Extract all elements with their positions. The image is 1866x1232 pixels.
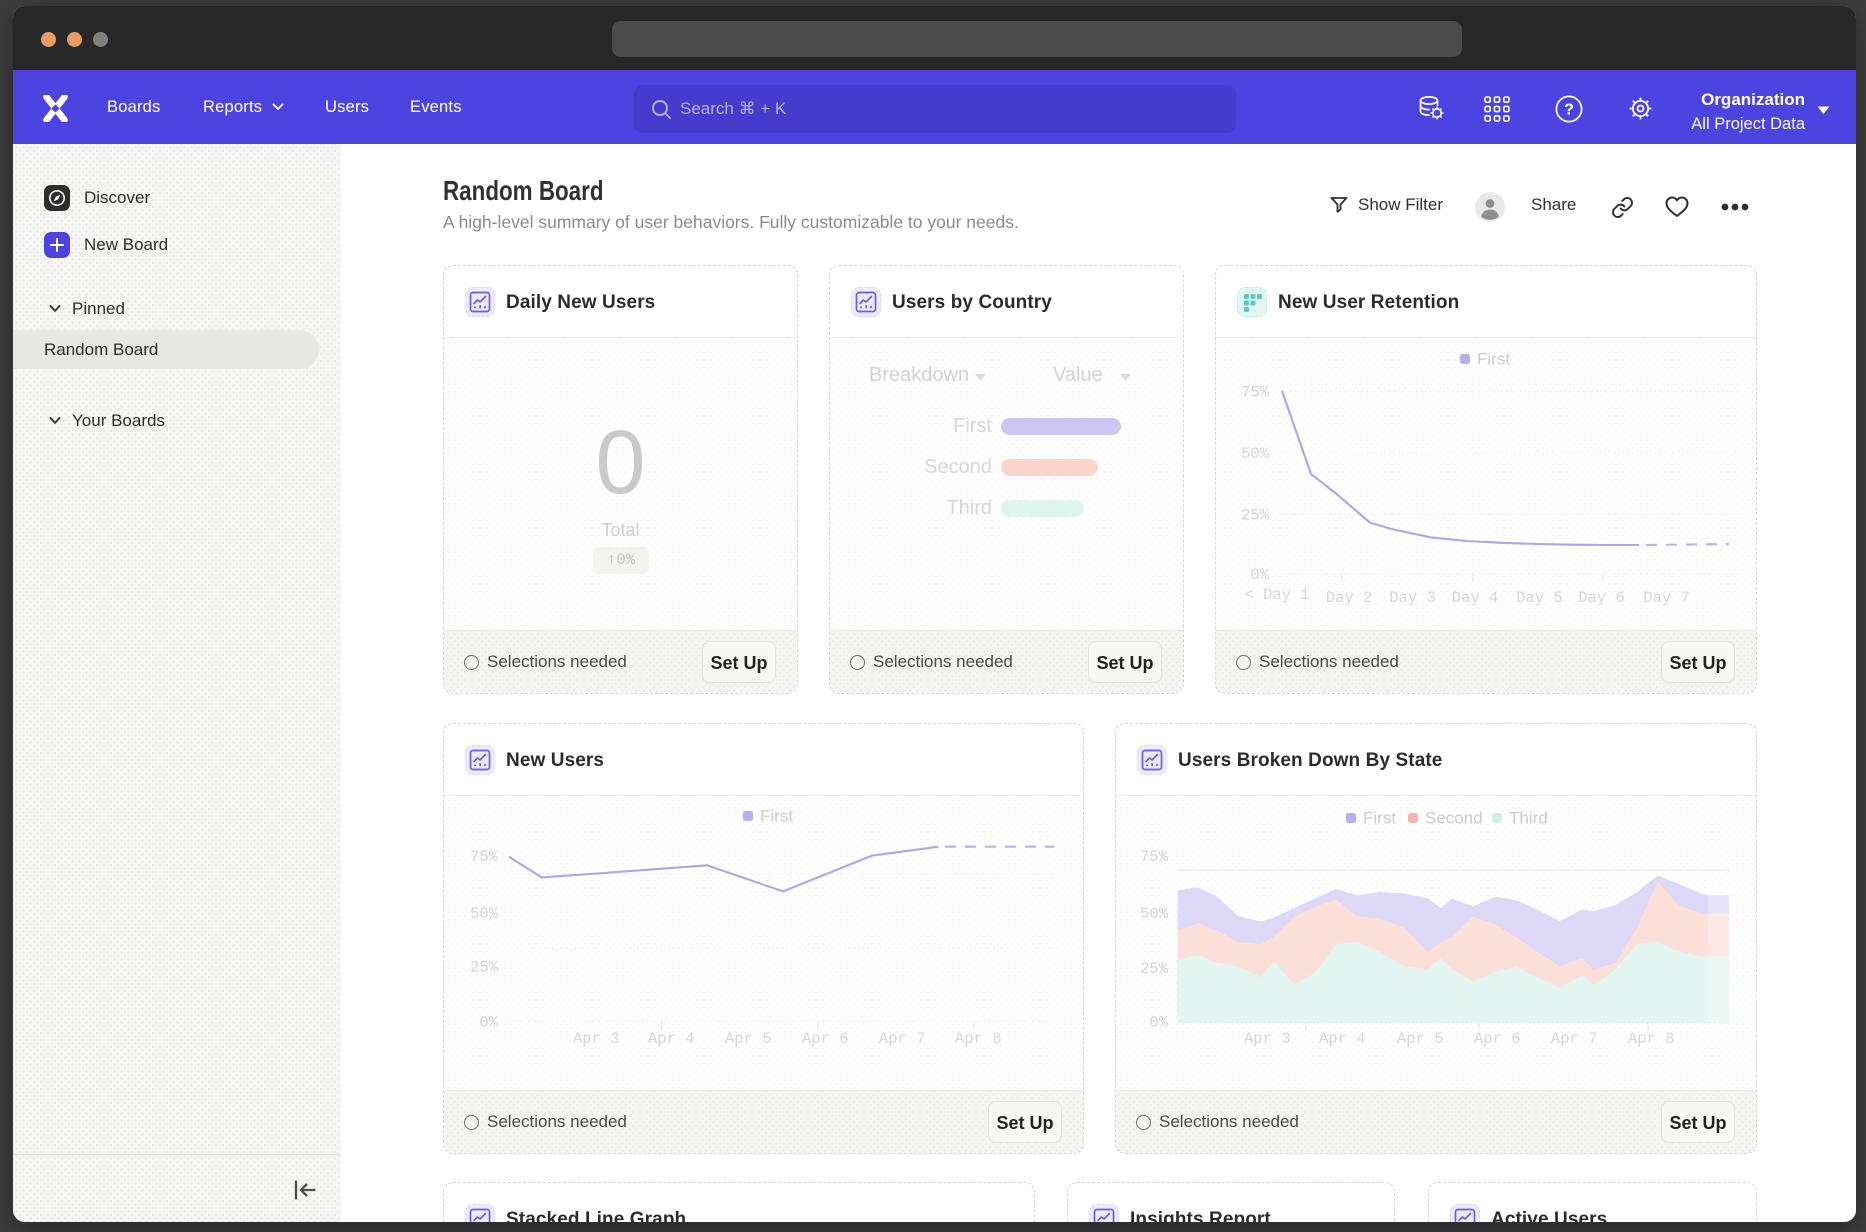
svg-text:25%: 25%: [1241, 507, 1270, 525]
svg-text:50%: 50%: [1140, 905, 1169, 923]
svg-text:Day 4: Day 4: [1452, 589, 1499, 607]
svg-text:75%: 75%: [1241, 384, 1270, 402]
svg-text:50%: 50%: [1241, 445, 1270, 463]
svg-text:75%: 75%: [1140, 848, 1169, 866]
svg-text:0%: 0%: [1250, 566, 1269, 584]
svg-text:Second: Second: [1425, 809, 1483, 828]
svg-text:0%: 0%: [1149, 1014, 1168, 1032]
svg-text:50%: 50%: [470, 905, 499, 923]
svg-text:?: ?: [1564, 102, 1574, 119]
svg-text:First: First: [1363, 809, 1396, 828]
svg-text:Day 3: Day 3: [1389, 589, 1436, 607]
svg-text:0%: 0%: [479, 1014, 498, 1032]
svg-text:25%: 25%: [470, 959, 499, 977]
svg-text:First: First: [760, 807, 793, 826]
svg-text:25%: 25%: [1140, 960, 1169, 978]
svg-text:Day 5: Day 5: [1516, 589, 1563, 607]
svg-text:First: First: [1477, 350, 1510, 369]
svg-text:75%: 75%: [470, 848, 499, 866]
svg-text:Day 2: Day 2: [1326, 589, 1373, 607]
svg-text:Day 7: Day 7: [1643, 589, 1690, 607]
svg-text:< Day 1: < Day 1: [1244, 586, 1309, 604]
svg-text:Third: Third: [1509, 809, 1548, 828]
svg-text:Day 6: Day 6: [1578, 589, 1625, 607]
